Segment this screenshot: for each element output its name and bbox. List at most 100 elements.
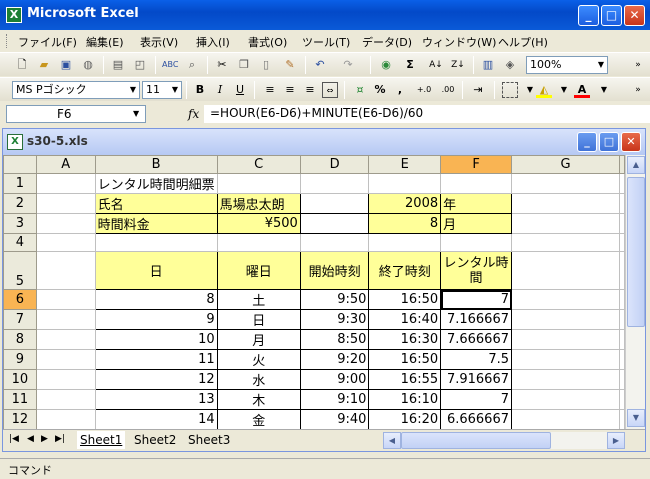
prev-sheet-icon[interactable]: ◀: [27, 434, 34, 444]
sort-descending-icon[interactable]: Z↓: [450, 57, 466, 73]
cell-e7[interactable]: 16:40: [368, 309, 442, 330]
percent-style-button[interactable]: %: [372, 82, 388, 98]
cell-h11[interactable]: [619, 389, 625, 410]
first-sheet-icon[interactable]: |◀: [9, 434, 19, 444]
cell-b4[interactable]: [94, 233, 218, 252]
vertical-scrollbar[interactable]: ▲ ▼: [625, 155, 645, 429]
worksheet-grid[interactable]: A B C D E F G 1 レンタル時間明細票 2 氏名 馬場忠太朗 2008 年 3 時間料金 ¥500 8…: [3, 155, 625, 429]
cell-b1[interactable]: レンタル時間明細票: [94, 173, 218, 194]
cell-g11[interactable]: [511, 389, 620, 410]
cell-f9[interactable]: 7.5: [440, 349, 512, 370]
row-header-5[interactable]: 5: [3, 251, 37, 290]
cell-f12[interactable]: 6.666667: [440, 409, 512, 429]
open-icon[interactable]: ▰: [36, 57, 52, 73]
cell-h2[interactable]: [619, 193, 625, 214]
row-header-3[interactable]: 3: [3, 213, 37, 234]
cell-d1[interactable]: [299, 173, 370, 194]
bold-button[interactable]: B: [192, 82, 208, 98]
autosum-icon[interactable]: Σ: [402, 57, 418, 73]
toolbar-options-icon[interactable]: »: [630, 82, 646, 98]
menu-view[interactable]: 表示(V): [140, 34, 178, 50]
currency-icon[interactable]: ¤: [352, 82, 368, 98]
paste-icon[interactable]: ▯: [258, 57, 274, 73]
sort-ascending-icon[interactable]: A↓: [428, 57, 444, 73]
undo-icon[interactable]: ↶: [312, 57, 328, 73]
row-header-11[interactable]: 11: [3, 389, 37, 410]
column-header-e[interactable]: E: [368, 155, 442, 174]
italic-button[interactable]: I: [212, 82, 228, 98]
vertical-scroll-thumb[interactable]: [627, 177, 645, 327]
cell-a1[interactable]: [35, 173, 96, 194]
close-button[interactable]: ✕: [624, 5, 645, 26]
cell-h10[interactable]: [619, 369, 625, 390]
cell-b2[interactable]: 氏名: [94, 193, 218, 214]
cell-a5[interactable]: [35, 251, 96, 290]
horizontal-scrollbar[interactable]: ◀ ▶: [383, 432, 625, 449]
zoom-select[interactable]: 100% ▼: [526, 56, 608, 74]
cell-c6[interactable]: 土: [216, 289, 301, 310]
cell-a12[interactable]: [35, 409, 96, 429]
row-header-2[interactable]: 2: [3, 193, 37, 214]
cell-e4[interactable]: [368, 233, 442, 252]
cell-d12[interactable]: 9:40: [299, 409, 370, 429]
row-header-7[interactable]: 7: [3, 309, 37, 330]
cell-b10[interactable]: 12: [94, 369, 218, 390]
cell-a9[interactable]: [35, 349, 96, 370]
cell-h8[interactable]: [619, 329, 625, 350]
menu-tools[interactable]: ツール(T): [302, 34, 350, 50]
cell-g5[interactable]: [511, 251, 620, 290]
chevron-down-icon[interactable]: ▼: [556, 82, 572, 98]
cell-f3[interactable]: 月: [440, 213, 512, 234]
cell-g10[interactable]: [511, 369, 620, 390]
cell-b12[interactable]: 14: [94, 409, 218, 429]
comma-style-button[interactable]: ,: [392, 82, 408, 98]
column-header-c[interactable]: C: [216, 155, 301, 174]
cell-e3[interactable]: 8: [368, 213, 442, 234]
cell-a6[interactable]: [35, 289, 96, 310]
cell-e5[interactable]: 終了時刻: [368, 251, 442, 290]
column-header-a[interactable]: A: [35, 155, 96, 174]
workbook-icon[interactable]: X: [7, 134, 23, 150]
cell-a4[interactable]: [35, 233, 96, 252]
cell-c12[interactable]: 金: [216, 409, 301, 429]
scroll-down-icon[interactable]: ▼: [627, 409, 645, 427]
cell-h9[interactable]: [619, 349, 625, 370]
cell-h7[interactable]: [619, 309, 625, 330]
scroll-left-icon[interactable]: ◀: [383, 432, 401, 449]
menu-file[interactable]: ファイル(F): [18, 34, 77, 50]
cell-d4[interactable]: [299, 233, 370, 252]
cell-a3[interactable]: [35, 213, 96, 234]
row-header-8[interactable]: 8: [3, 329, 37, 350]
cell-h12[interactable]: [619, 409, 625, 429]
scroll-right-icon[interactable]: ▶: [607, 432, 625, 449]
cell-f1[interactable]: [440, 173, 512, 194]
cell-b11[interactable]: 13: [94, 389, 218, 410]
chevron-down-icon[interactable]: ▼: [169, 82, 181, 98]
font-color-icon[interactable]: A: [574, 82, 590, 98]
cell-g3[interactable]: [511, 213, 620, 234]
cell-h3[interactable]: [619, 213, 625, 234]
cell-e1[interactable]: [368, 173, 442, 194]
menu-format[interactable]: 書式(O): [248, 34, 287, 50]
row-header-4[interactable]: 4: [3, 233, 37, 252]
scroll-up-icon[interactable]: ▲: [627, 156, 645, 174]
font-name-select[interactable]: MS Pゴシック ▼: [12, 81, 140, 99]
cell-f8[interactable]: 7.666667: [440, 329, 512, 350]
row-header-12[interactable]: 12: [3, 409, 37, 429]
cell-e11[interactable]: 16:10: [368, 389, 442, 410]
cell-f4[interactable]: [440, 233, 512, 252]
cell-c10[interactable]: 水: [216, 369, 301, 390]
cell-g4[interactable]: [511, 233, 620, 252]
workbook-minimize-button[interactable]: _: [577, 132, 597, 152]
chart-wizard-icon[interactable]: ▥: [480, 57, 496, 73]
cell-c4[interactable]: [216, 233, 301, 252]
cell-h4[interactable]: [619, 233, 625, 252]
cell-c9[interactable]: 火: [216, 349, 301, 370]
cell-d7[interactable]: 9:30: [299, 309, 370, 330]
menu-grip[interactable]: [6, 34, 8, 48]
row-header-6[interactable]: 6: [3, 289, 37, 310]
cell-h6[interactable]: [619, 289, 625, 310]
hyperlink-icon[interactable]: ◉: [378, 57, 394, 73]
cell-a8[interactable]: [35, 329, 96, 350]
row-header-1[interactable]: 1: [3, 173, 37, 194]
